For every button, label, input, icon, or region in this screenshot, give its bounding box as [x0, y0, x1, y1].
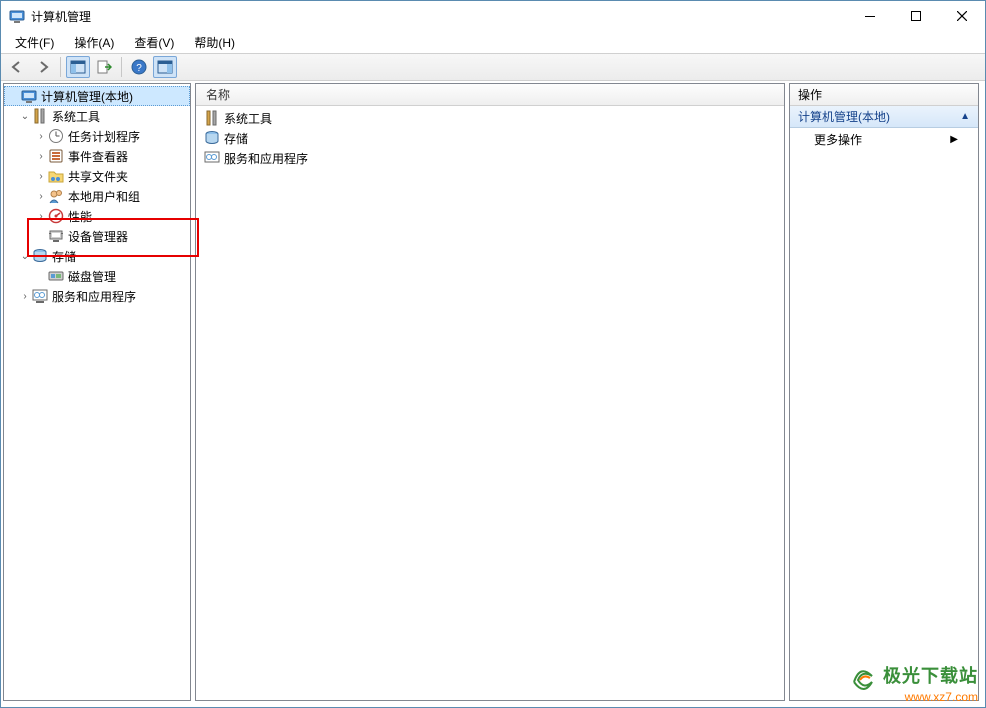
toolbar: ?	[1, 53, 985, 81]
local-users-icon	[48, 188, 64, 204]
computer-management-window: 计算机管理 文件(F) 操作(A) 查看(V) 帮助(H)	[0, 0, 986, 708]
expand-icon[interactable]: ›	[34, 131, 48, 142]
tree-label: 任务计划程序	[68, 128, 140, 145]
services-apps-icon	[32, 288, 48, 304]
tree-label: 计算机管理(本地)	[41, 88, 133, 105]
system-tools-icon	[204, 110, 220, 126]
window-title: 计算机管理	[31, 8, 91, 25]
svg-text:?: ?	[136, 63, 142, 74]
nav-forward-button[interactable]	[31, 56, 55, 78]
list-item-storage[interactable]: 存储	[200, 128, 780, 148]
system-tools-icon	[32, 108, 48, 124]
minimize-button[interactable]	[847, 1, 893, 31]
title-bar: 计算机管理	[1, 1, 985, 31]
tree-local-users-groups[interactable]: › 本地用户和组	[4, 186, 190, 206]
console-tree-pane: 计算机管理(本地) ⌄ 系统工具 › 任务计划程序	[3, 83, 191, 701]
nav-back-button[interactable]	[5, 56, 29, 78]
menu-bar: 文件(F) 操作(A) 查看(V) 帮助(H)	[1, 31, 985, 53]
tree-label: 性能	[68, 208, 92, 225]
storage-icon	[32, 248, 48, 264]
result-list-pane: 名称 系统工具 存储	[195, 83, 785, 701]
client-area: 计算机管理(本地) ⌄ 系统工具 › 任务计划程序	[1, 81, 985, 707]
actions-group-header[interactable]: 计算机管理(本地) ▲	[790, 106, 978, 128]
collapse-icon[interactable]: ▲	[960, 111, 970, 122]
list-item-label: 系统工具	[224, 110, 272, 127]
list-item-label: 服务和应用程序	[224, 150, 308, 167]
disk-management-icon	[48, 268, 64, 284]
list-item-label: 存储	[224, 130, 248, 147]
tree-disk-management[interactable]: 磁盘管理	[4, 266, 190, 286]
chevron-right-icon: ▶	[950, 134, 958, 145]
collapse-icon[interactable]: ⌄	[18, 111, 32, 122]
actions-more-actions[interactable]: 更多操作 ▶	[790, 128, 978, 150]
actions-group-label: 计算机管理(本地)	[798, 108, 890, 125]
tree-event-viewer[interactable]: › 事件查看器	[4, 146, 190, 166]
event-viewer-icon	[48, 148, 64, 164]
tree-shared-folders[interactable]: › 共享文件夹	[4, 166, 190, 186]
toggle-console-tree-button[interactable]	[66, 56, 90, 78]
list-item-system-tools[interactable]: 系统工具	[200, 108, 780, 128]
list-item-services-apps[interactable]: 服务和应用程序	[200, 148, 780, 168]
tree-task-scheduler[interactable]: › 任务计划程序	[4, 126, 190, 146]
tree-root-computer-management[interactable]: 计算机管理(本地)	[4, 86, 190, 106]
expand-icon[interactable]: ›	[34, 151, 48, 162]
expand-icon[interactable]: ›	[34, 211, 48, 222]
tree-label: 磁盘管理	[68, 268, 116, 285]
tree-label: 服务和应用程序	[52, 288, 136, 305]
column-header-label: 名称	[206, 86, 230, 103]
tree-device-manager[interactable]: 设备管理器	[4, 226, 190, 246]
computer-management-icon	[21, 88, 37, 104]
tree-performance[interactable]: › 性能	[4, 206, 190, 226]
tree-services-apps[interactable]: › 服务和应用程序	[4, 286, 190, 306]
help-button[interactable]: ?	[127, 56, 151, 78]
actions-link-label: 更多操作	[814, 131, 862, 148]
menu-file[interactable]: 文件(F)	[5, 32, 64, 53]
tree-label: 设备管理器	[68, 228, 128, 245]
tree-label: 共享文件夹	[68, 168, 128, 185]
list-column-header-name[interactable]: 名称	[196, 84, 784, 106]
tree-label: 本地用户和组	[68, 188, 140, 205]
actions-pane-header: 操作	[790, 84, 978, 106]
close-button[interactable]	[939, 1, 985, 31]
collapse-icon[interactable]: ⌄	[18, 251, 32, 262]
expand-icon[interactable]: ›	[34, 191, 48, 202]
tree-label: 系统工具	[52, 108, 100, 125]
device-manager-icon	[48, 228, 64, 244]
app-icon	[9, 8, 25, 24]
tree-system-tools[interactable]: ⌄ 系统工具	[4, 106, 190, 126]
list-body: 系统工具 存储 服务和应用程序	[196, 106, 784, 170]
shared-folders-icon	[48, 168, 64, 184]
window-controls	[847, 1, 985, 31]
performance-icon	[48, 208, 64, 224]
services-apps-icon	[204, 150, 220, 166]
expand-icon[interactable]: ›	[34, 171, 48, 182]
maximize-button[interactable]	[893, 1, 939, 31]
expand-icon[interactable]: ›	[18, 291, 32, 302]
task-scheduler-icon	[48, 128, 64, 144]
menu-view[interactable]: 查看(V)	[124, 32, 184, 53]
actions-pane: 操作 计算机管理(本地) ▲ 更多操作 ▶	[789, 83, 979, 701]
actions-header-label: 操作	[798, 86, 822, 103]
export-list-button[interactable]	[92, 56, 116, 78]
toggle-action-pane-button[interactable]	[153, 56, 177, 78]
storage-icon	[204, 130, 220, 146]
tree-storage[interactable]: ⌄ 存储	[4, 246, 190, 266]
tree-label: 存储	[52, 248, 76, 265]
menu-action[interactable]: 操作(A)	[64, 32, 124, 53]
console-tree[interactable]: 计算机管理(本地) ⌄ 系统工具 › 任务计划程序	[4, 84, 190, 308]
menu-help[interactable]: 帮助(H)	[184, 32, 245, 53]
tree-label: 事件查看器	[68, 148, 128, 165]
